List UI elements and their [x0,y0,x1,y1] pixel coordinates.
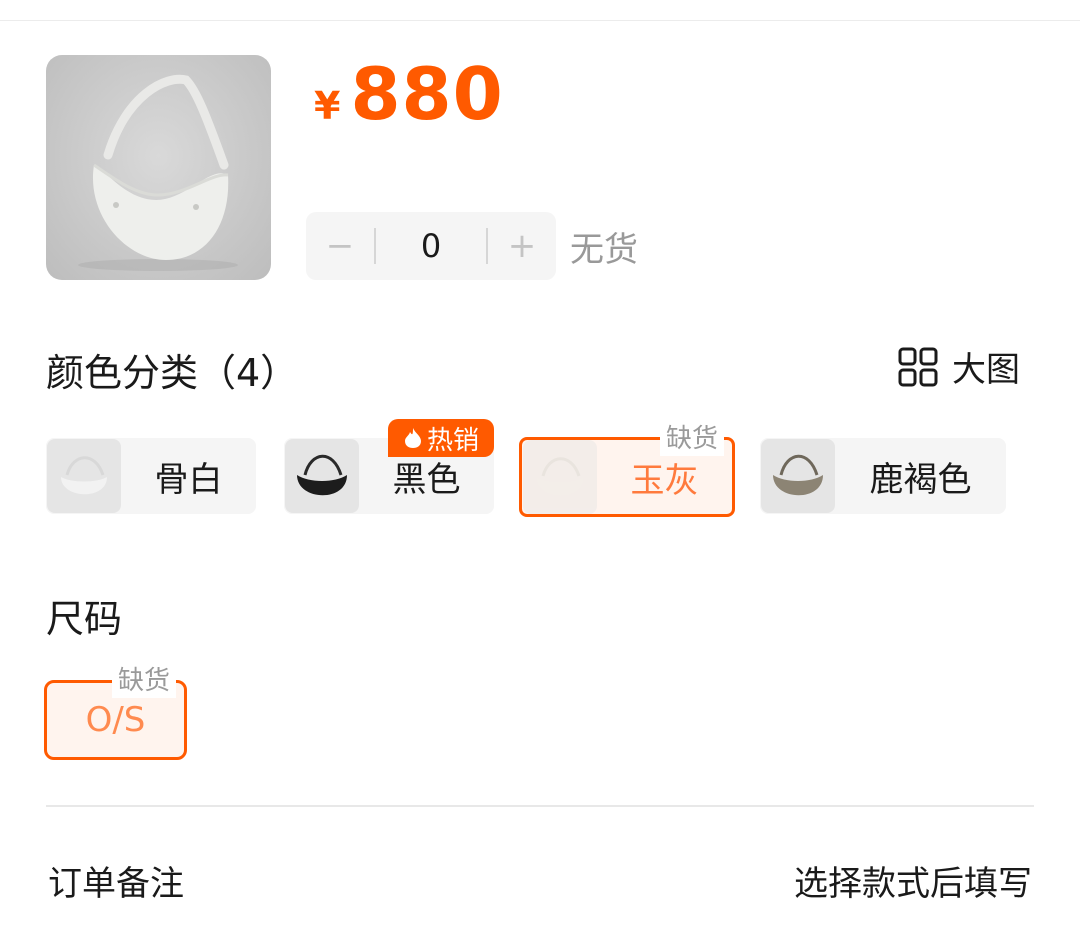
color-option-fawn[interactable]: 鹿褐色 [760,438,1006,514]
color-swatch [47,439,121,513]
big-image-button[interactable]: 大图 [898,342,1020,391]
badge-label: 热销 [426,425,479,456]
price: ¥ 880 [314,52,504,136]
color-option-label: 黑色 [392,459,461,500]
color-swatch [285,439,359,513]
big-image-label: 大图 [952,350,1020,390]
color-section-title: 颜色分类（4） [46,351,299,395]
flame-icon [404,428,421,448]
out-of-stock-badge: 缺货 [112,664,177,698]
color-option-label: 骨白 [154,459,223,500]
currency-symbol: ¥ [314,84,341,128]
quantity-stepper: − 0 + [306,212,556,280]
price-value: 880 [350,52,504,136]
quantity-value[interactable]: 0 [376,227,486,265]
out-of-stock-badge: 缺货 [660,422,725,456]
bag-illustration [78,74,238,271]
color-option-bone-white[interactable]: 骨白 [46,438,256,514]
grid-icon [898,347,938,386]
order-note-label: 订单备注 [48,864,184,904]
size-option-label: O/S [85,700,146,740]
color-swatch [523,440,597,514]
top-divider [0,20,1080,21]
size-section-title: 尺码 [46,597,123,641]
color-option-label: 鹿褐色 [869,459,972,500]
section-divider [46,805,1034,807]
increment-button[interactable]: + [488,212,556,280]
order-note-field[interactable]: 选择款式后填写 [794,856,1032,905]
color-swatch [761,439,835,513]
color-option-label: 玉灰 [630,460,699,501]
decrement-button[interactable]: − [306,212,374,280]
hot-sale-badge: 热销 [388,419,494,457]
stock-status: 无货 [570,230,638,270]
product-image[interactable] [46,55,271,280]
